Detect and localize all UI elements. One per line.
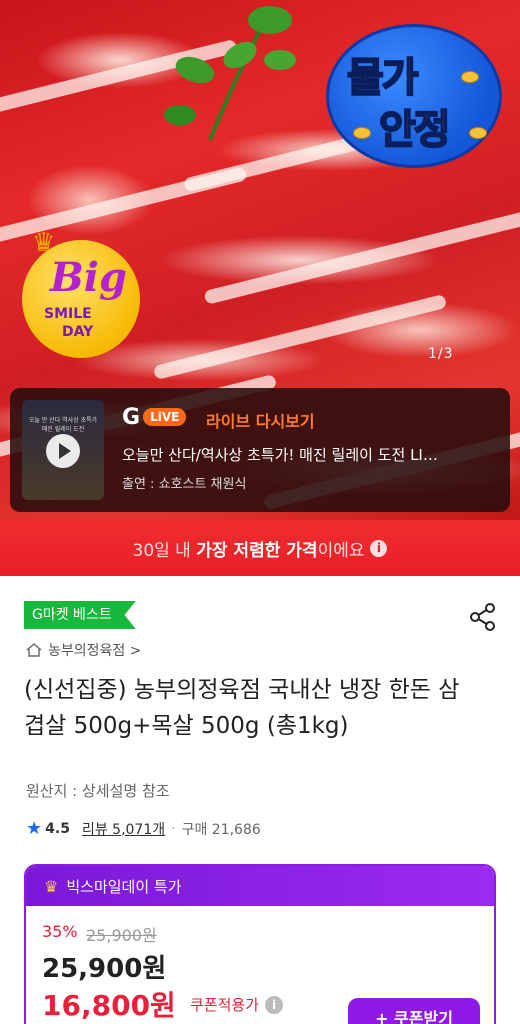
rating-row: ★ 4.5 리뷰 5,071개 · 구매 21,686 [26,818,261,839]
badge-text: Big [50,254,127,301]
coupon-label-text: 쿠폰적용가 [190,996,260,1014]
badge-text: SMILE [44,306,92,322]
share-icon[interactable] [468,602,498,632]
coupon-price: 16,800원 [42,989,176,1022]
discount-percent: 35% [42,922,78,941]
badge-text: 안정 [378,106,452,154]
lowest-price-banner[interactable]: 30일 내 가장 저렴한 가격이에요 i [0,520,520,576]
store-breadcrumb[interactable]: 농부의정육점 > [26,640,141,660]
coin-icon [353,127,371,139]
star-icon: ★ [26,818,43,839]
home-icon [26,643,42,657]
info-icon[interactable]: i [370,539,388,557]
live-host: 출연 : 쇼호스트 채원식 [122,477,247,492]
store-name[interactable]: 농부의정육점 > [48,640,141,660]
herb-garnish-icon [164,6,296,141]
thumbnail-text: 오늘 만 산다 역사상 초특가 매진 릴레이 도전 [28,417,98,433]
logo-live: LiVE [143,408,187,426]
live-replay-title: 라이브 다시보기 [206,412,315,431]
banner-highlight: 가장 저렴한 가격 [196,540,318,561]
live-replay-card[interactable]: 오늘 만 산다 역사상 초특가 매진 릴레이 도전 G LiVE 라이브 다시보… [10,388,510,512]
coupon-label: 쿠폰적용가 i [190,994,284,1015]
info-icon[interactable]: i [265,995,284,1014]
gmarket-best-badge: G마켓 베스트 [24,601,136,629]
banner-suffix: 이에요 [317,540,365,561]
deal-header: ♛ 빅스마일데이 특가 [26,866,494,906]
glive-logo: G LiVE [122,404,187,430]
live-description: 오늘만 산다/역사상 초특가! 매진 릴레이 도전 LI… [122,446,438,464]
big-smile-day-badge: ♛ Big SMILE DAY [22,228,140,358]
purchase-count: 구매 21,686 [181,821,261,838]
live-thumbnail[interactable]: 오늘 만 산다 역사상 초특가 매진 릴레이 도전 [22,400,104,500]
meat-marbling [203,209,520,305]
original-price: 25,900원 [86,926,157,945]
image-pager: 1/3 [428,346,454,362]
product-title: (신선집중) 농부의정육점 국내산 냉장 한돈 삼겹살 500g+목살 500g… [24,677,460,739]
coin-icon [469,127,487,139]
deal-header-label: 빅스마일데이 특가 [66,877,182,896]
meat-marbling [152,293,448,381]
rating-score: 4.5 [45,820,70,837]
review-link[interactable]: 리뷰 5,071개 [82,819,165,839]
origin-info: 원산지 : 상세설명 참조 [26,782,170,800]
big-smile-deal-box: ♛ 빅스마일데이 특가 35% 25,900원 25,900원 16,800원 … [24,864,496,1024]
coin-icon [461,71,479,83]
badge-text: DAY [62,324,94,340]
get-coupon-button[interactable]: + 쿠폰받기 [348,998,480,1024]
badge-text: 물가 [346,54,420,102]
banner-prefix: 30일 내 [132,540,197,561]
price-stable-badge: 물가 안정 [326,24,502,168]
logo-g: G [122,404,141,430]
banner-text: 30일 내 가장 저렴한 가격이에요 [133,536,365,561]
separator: · [171,820,176,837]
crown-icon: ♛ [44,876,59,896]
play-icon[interactable] [46,434,80,468]
sale-price: 25,900원 [42,954,167,984]
